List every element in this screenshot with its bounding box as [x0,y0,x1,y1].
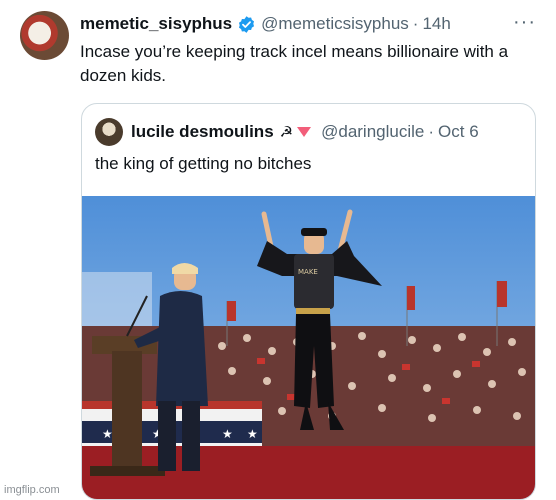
quoted-header-separator: · [428,122,435,141]
author-avatar[interactable] [20,11,69,60]
verified-badge-icon [239,15,255,33]
quoted-author-avatar[interactable] [95,118,123,146]
quoted-post-text: the king of getting no bitches [95,154,312,173]
red-triangle-icon [297,127,312,137]
imgflip-watermark: imgflip.com [4,484,60,496]
svg-text:★: ★ [222,427,233,441]
post-header: memetic_sisyphus @memeticsisyphus · 14h [80,13,451,35]
quoted-post-header: lucile desmoulins ☭ @daringlucile · Oct … [131,121,479,143]
hammer-sickle-emoji: ☭ [279,124,294,141]
author-handle[interactable]: @memeticsisyphus [261,14,409,34]
more-options-icon[interactable]: ··· [513,11,536,34]
header-separator: · [412,14,419,33]
post-timestamp[interactable]: 14h [422,14,450,34]
author-display-name[interactable]: memetic_sisyphus [80,14,232,34]
rally-photo-illustration: ★ ★ ★ ★ MAKE [82,196,535,499]
post-text: Incase you’re keeping track incel means … [80,42,509,85]
quoted-author-handle[interactable]: @daringlucile [321,122,424,142]
quoted-post[interactable]: lucile desmoulins ☭ @daringlucile · Oct … [81,103,536,500]
quoted-post-photo[interactable]: ★ ★ ★ ★ MAKE [82,196,535,499]
quoted-post-date[interactable]: Oct 6 [438,122,479,142]
quoted-author-display-name[interactable]: lucile desmoulins [131,122,274,142]
svg-text:MAKE: MAKE [298,268,318,276]
svg-text:★: ★ [247,427,258,441]
